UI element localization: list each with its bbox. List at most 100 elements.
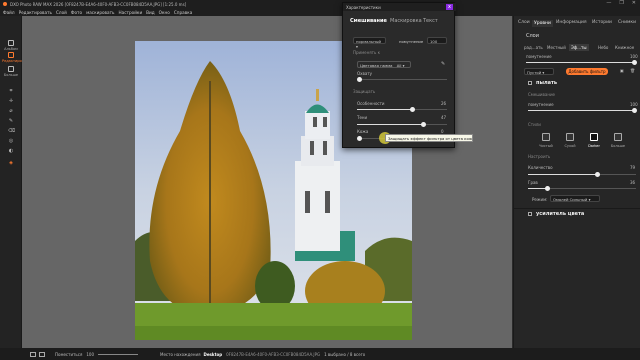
mode-album[interactable]: Альбом: [2, 40, 20, 51]
maximize-button[interactable]: ❐: [619, 0, 623, 6]
mode-album-label: Альбом: [4, 47, 18, 51]
shadows-slider[interactable]: [357, 122, 447, 127]
tab-masking[interactable]: Маскировка: [390, 18, 422, 24]
dialog-close-button[interactable]: x: [446, 4, 453, 10]
menu-file[interactable]: Файл: [3, 10, 15, 15]
filter-select[interactable]: Пустой ▾: [524, 68, 554, 75]
size-slider[interactable]: [528, 186, 636, 191]
clone-tool-icon[interactable]: ◎: [8, 138, 14, 144]
tab-snapshots[interactable]: Снимки: [618, 20, 636, 25]
blend-opacity-label: помутнение: [528, 102, 554, 107]
color-range-value: All: [396, 63, 402, 68]
zoom-slider[interactable]: [98, 353, 138, 355]
tab-info[interactable]: Информация: [556, 20, 587, 25]
minimize-button[interactable]: —: [606, 0, 611, 6]
layer2-name: усилитель цвета: [536, 211, 585, 217]
layer1-visibility-checkbox[interactable]: [528, 81, 532, 85]
location-value[interactable]: Desktop: [204, 352, 223, 357]
style-more-button[interactable]: [614, 133, 622, 141]
mask-icon[interactable]: ▣: [620, 68, 624, 73]
gradient-tool-icon[interactable]: ◐: [8, 148, 14, 154]
skin-label: Кожа: [357, 129, 369, 134]
menu-layer[interactable]: Слой: [56, 10, 67, 15]
zoom-value[interactable]: 100: [86, 352, 94, 357]
eraser-tool-icon[interactable]: ⌫: [8, 128, 15, 134]
adjust-label: Настроить: [528, 154, 551, 159]
tab-history[interactable]: Истории: [592, 20, 612, 25]
delete-icon[interactable]: 🗑: [630, 68, 635, 73]
tab-text[interactable]: Текст: [423, 18, 438, 24]
eyedropper-icon[interactable]: ✎: [441, 61, 445, 67]
edit-icon: [8, 52, 14, 58]
properties-dialog: Характеристики x Смешивание Маскировка Т…: [342, 2, 456, 148]
color-range-label: Цветовая гамма: [360, 63, 393, 68]
layer-opacity-label: помутнение: [526, 54, 552, 59]
blend-mode-value: нормальный: [356, 39, 382, 44]
menu-settings[interactable]: Настройки: [119, 10, 143, 15]
menu-window[interactable]: Окно: [159, 10, 170, 15]
shadows-label: Тени: [357, 115, 368, 120]
brush-tool-icon[interactable]: ✎: [8, 118, 14, 124]
title-bar: DXO Photo RAW MAX 2026 [0F8247B-E4A6-40F…: [0, 0, 640, 8]
subtab-portrait[interactable]: Книжное: [615, 45, 634, 50]
app-icon: [3, 2, 7, 6]
zoom-label[interactable]: Поместиться: [55, 352, 82, 357]
filter-select-value: Пустой: [527, 70, 542, 75]
mode-select[interactable]: Омолей Сильный ▾: [550, 195, 600, 202]
subtab-effects[interactable]: Эф...ты: [569, 44, 589, 51]
add-filter-button[interactable]: Добавить фильтр: [566, 68, 608, 75]
layer-opacity-slider[interactable]: [526, 60, 637, 65]
tab-layers[interactable]: Слои: [518, 20, 530, 25]
close-window-button[interactable]: ✕: [632, 0, 636, 6]
coverage-label: Охвату: [357, 71, 373, 76]
section-title: Слои: [526, 33, 539, 39]
menu-photo[interactable]: Фото: [71, 10, 82, 15]
split-view-icon[interactable]: [39, 351, 45, 357]
apply-to-label: Применять к: [353, 50, 381, 55]
mode-more[interactable]: Больше: [2, 66, 20, 77]
tab-blending[interactable]: Смешивание: [350, 18, 387, 24]
compare-icon[interactable]: [30, 351, 36, 357]
opacity-input[interactable]: 100: [427, 37, 447, 44]
menu-edit[interactable]: Редактировать: [19, 10, 52, 15]
layer1-name: пылать: [536, 80, 558, 86]
style-more-label: Больше: [610, 144, 626, 148]
mode-edit[interactable]: Редактировать: [2, 52, 30, 63]
selection-count: 1 выбрано / 8 всего: [324, 351, 366, 357]
menu-view[interactable]: Вид: [146, 10, 155, 15]
protect-label: Защищать: [353, 89, 376, 94]
amount-slider[interactable]: [528, 172, 636, 177]
mode-select-value: Омолей Сильный: [553, 197, 588, 202]
crop-tool-icon[interactable]: ⌗: [8, 88, 14, 94]
style-darker-button[interactable]: [590, 133, 598, 141]
blend-opacity-value: 100: [630, 102, 638, 107]
style-clean-button[interactable]: [542, 133, 550, 141]
color-range-select[interactable]: Цветовая гамма All ▾: [357, 61, 411, 68]
features-slider[interactable]: [357, 107, 447, 112]
coverage-slider[interactable]: [357, 77, 447, 82]
blend-label: Смешивание: [528, 92, 556, 97]
opacity-label: помутнение: [399, 39, 424, 44]
menu-mask[interactable]: маскировать: [86, 10, 114, 15]
style-dry-button[interactable]: [566, 133, 574, 141]
subtab-adjust[interactable]: рад...ать: [524, 45, 543, 50]
subtab-sky[interactable]: Небо: [598, 45, 608, 50]
mode-more-label: Больше: [3, 73, 19, 77]
more-icon: [8, 66, 14, 72]
left-toolbar: Альбом Редактировать Больше ⌗ ✛ ⌀ ✎ ⌫ ◎ …: [0, 16, 30, 348]
mode-label: Режим:: [532, 197, 548, 202]
menu-help[interactable]: Справка: [174, 10, 192, 15]
retouch-tool-icon[interactable]: ⌀: [8, 108, 14, 114]
mask-tool-icon[interactable]: ◈: [8, 160, 14, 166]
tooltip: Защищать эффект фильтра от цвета кожи: [385, 134, 473, 142]
blend-mode-select[interactable]: нормальный ▾: [353, 37, 386, 49]
window-title: DXO Photo RAW MAX 2026 [0F8247B-E4A6-40F…: [10, 1, 187, 7]
subtab-local[interactable]: Местный: [547, 45, 566, 50]
move-tool-icon[interactable]: ✛: [8, 98, 14, 104]
blend-opacity-slider[interactable]: [528, 108, 637, 113]
layer2-visibility-checkbox[interactable]: [528, 212, 532, 216]
features-label: Особенности: [357, 101, 385, 106]
features-value: 26: [441, 101, 447, 106]
tab-levels[interactable]: Уровни: [532, 20, 553, 27]
opacity-value: 100: [430, 39, 438, 44]
